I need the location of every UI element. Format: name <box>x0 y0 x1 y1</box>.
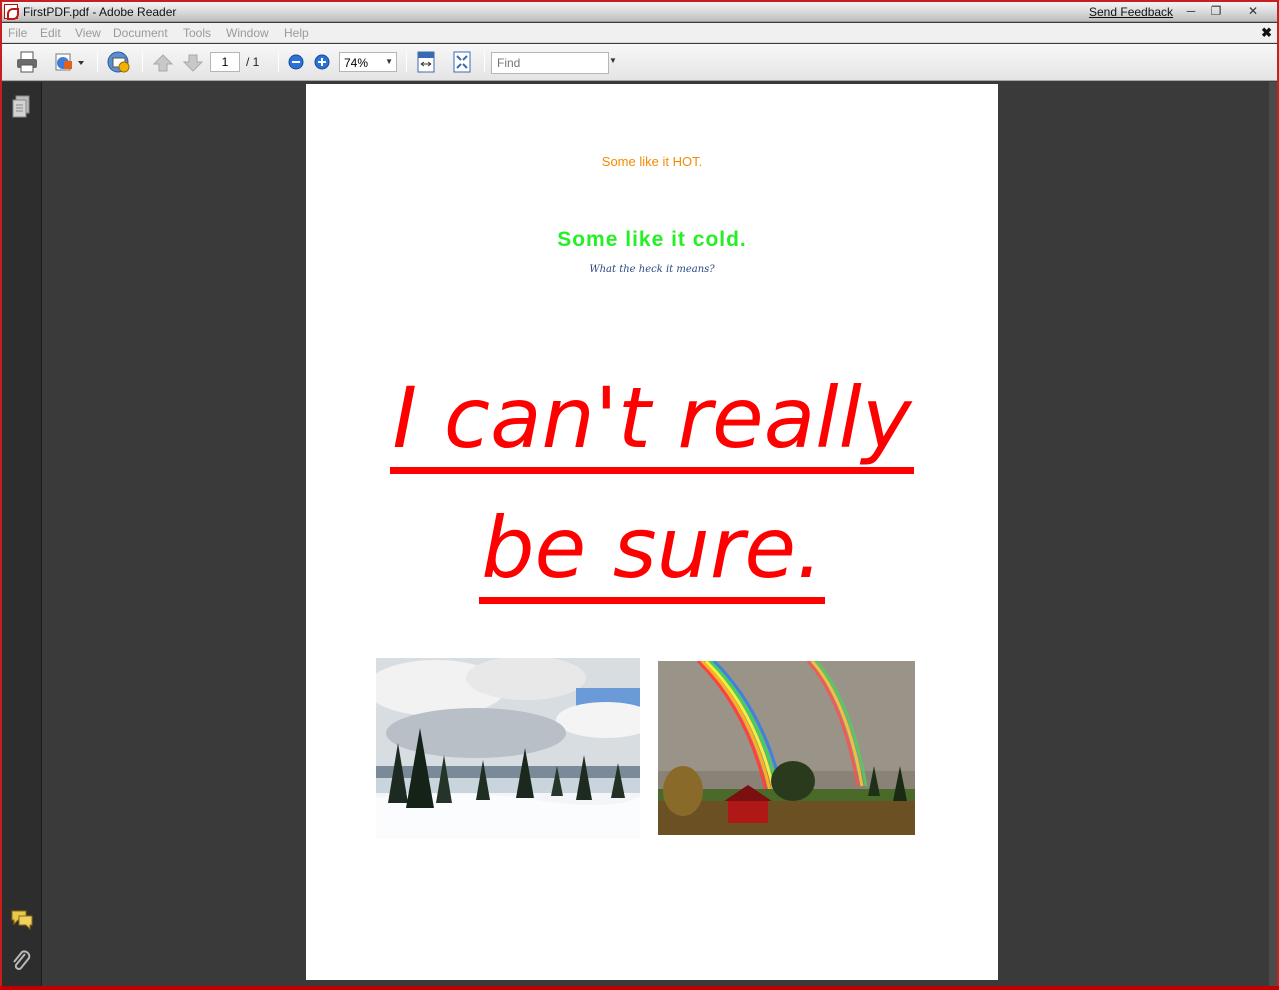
zoom-value: 74% <box>344 56 369 70</box>
zoom-select[interactable]: 74% ▼ <box>339 52 397 72</box>
email-button[interactable] <box>104 49 132 75</box>
close-icon: ✕ <box>1247 4 1259 18</box>
page-total: / 1 <box>246 55 260 69</box>
menu-help[interactable]: Help <box>284 26 309 40</box>
toolbar-separator <box>142 52 143 72</box>
full-screen-icon <box>453 51 471 73</box>
email-icon <box>107 51 130 73</box>
zoom-out-button[interactable] <box>287 53 305 71</box>
menu-edit[interactable]: Edit <box>40 26 61 40</box>
navigation-panel <box>2 82 42 988</box>
menu-bar: File Edit View Document Tools Window Hel… <box>2 23 1277 43</box>
previous-page-button[interactable] <box>150 52 176 74</box>
restore-icon: ❐ <box>1210 4 1222 18</box>
toolbar-separator <box>97 52 98 72</box>
page-number-input[interactable] <box>210 52 240 72</box>
comments-panel-button[interactable] <box>10 908 34 935</box>
pdf-page: Some like it HOT. Some like it cold. Wha… <box>306 84 998 980</box>
arrow-down-icon <box>182 54 204 72</box>
full-screen-button[interactable] <box>451 51 473 73</box>
headline-line-2: be sure. <box>306 499 998 604</box>
text-some-like-it-hot: Some like it HOT. <box>601 154 703 169</box>
vertical-scrollbar[interactable] <box>1269 82 1277 988</box>
pdf-app-icon <box>4 4 19 20</box>
rainbow-barn-photo <box>658 661 915 835</box>
toolbar-separator <box>278 52 279 72</box>
fit-width-button[interactable] <box>415 51 437 73</box>
close-document-icon[interactable]: ✖ <box>1261 25 1272 41</box>
toolbar-separator <box>406 52 407 72</box>
chevron-down-icon: ▼ <box>385 57 393 66</box>
attachments-panel-button[interactable] <box>10 948 32 979</box>
print-button[interactable] <box>14 50 40 74</box>
window-title: FirstPDF.pdf - Adobe Reader <box>23 5 177 19</box>
zoom-in-icon <box>314 54 330 70</box>
title-bar: FirstPDF.pdf - Adobe Reader Send Feedbac… <box>2 2 1277 22</box>
menu-window[interactable]: Window <box>226 26 269 40</box>
minimize-button[interactable]: ─ <box>1180 3 1202 19</box>
headline-text-1: I can't really <box>390 369 914 474</box>
restore-button[interactable]: ❐ <box>1205 3 1227 19</box>
headline-text-2: be sure. <box>479 499 825 604</box>
minimize-icon: ─ <box>1186 4 1196 18</box>
send-feedback-link[interactable]: Send Feedback <box>1089 5 1173 19</box>
toolbar-separator <box>484 52 485 72</box>
save-page-button[interactable] <box>51 50 87 74</box>
fit-width-icon <box>417 51 435 73</box>
paperclip-icon <box>13 950 31 970</box>
snow-forest-photo <box>376 658 640 839</box>
zoom-in-button[interactable] <box>313 53 331 71</box>
headline-line-1: I can't really <box>306 369 998 474</box>
comment-icon <box>11 910 33 931</box>
pages-icon <box>12 95 30 118</box>
next-page-button[interactable] <box>180 52 206 74</box>
zoom-out-icon <box>288 54 304 70</box>
save-page-icon <box>55 53 84 71</box>
pages-panel-button[interactable] <box>10 94 32 125</box>
print-icon <box>17 51 37 73</box>
taskbar-strip <box>0 986 1279 990</box>
close-button[interactable]: ✕ <box>1242 3 1264 19</box>
text-some-like-it-cold: Some like it cold. <box>557 228 747 251</box>
menu-document[interactable]: Document <box>113 26 168 40</box>
menu-tools[interactable]: Tools <box>183 26 211 40</box>
find-input[interactable] <box>491 52 609 74</box>
menu-file[interactable]: File <box>8 26 27 40</box>
find-options-chevron-icon[interactable]: ▼ <box>609 56 617 65</box>
menu-view[interactable]: View <box>75 26 101 40</box>
text-what-it-means: What the heck it means? <box>589 264 715 275</box>
toolbar: / 1 74% ▼ <box>2 44 1277 81</box>
arrow-up-icon <box>152 54 174 72</box>
